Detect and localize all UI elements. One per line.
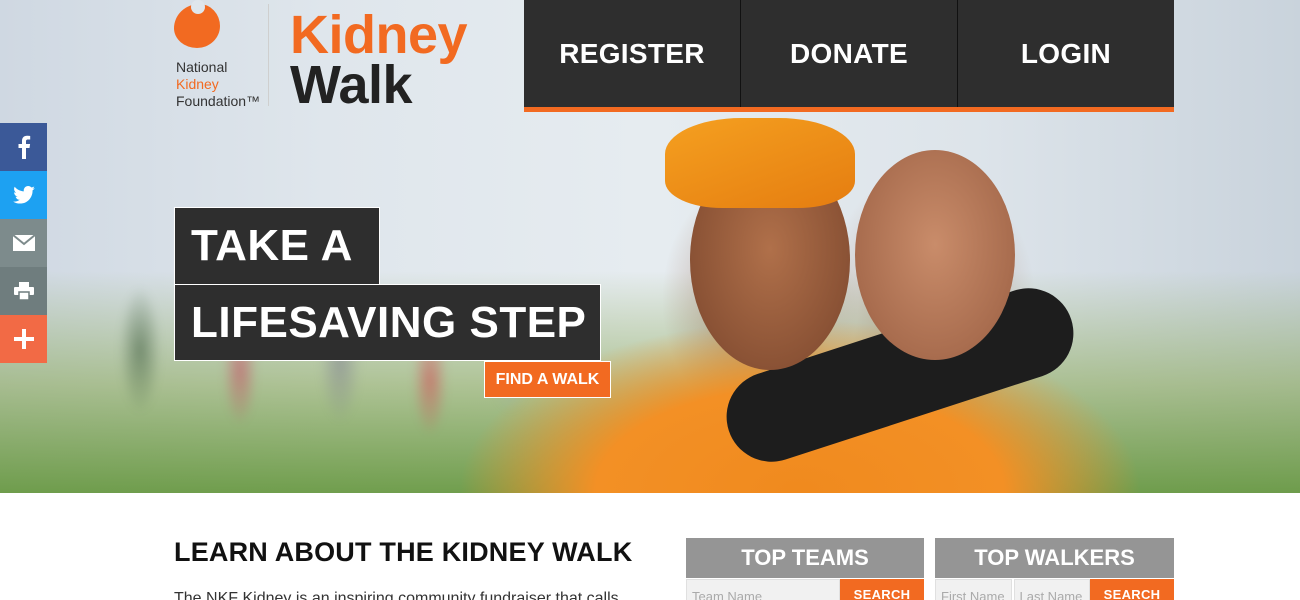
team-name-input[interactable]: Team Name [686, 579, 840, 600]
donate-link[interactable]: DONATE [741, 0, 958, 107]
nkf-wordmark: National Kidney Foundation™ [176, 59, 260, 110]
nkf-line-national: National [176, 59, 228, 75]
more-share-button[interactable] [0, 315, 47, 363]
top-teams-panel: TOP TEAMS Team Name SEARCH [686, 538, 924, 600]
facebook-share-button[interactable] [0, 123, 47, 171]
last-name-input[interactable]: Last Name [1013, 579, 1090, 600]
nkf-line-foundation: Foundation™ [176, 93, 261, 109]
logo-walk-text: Walk [290, 55, 413, 115]
top-teams-search-row: Team Name SEARCH [686, 579, 924, 600]
top-walkers-search-row: First Name Last Name SEARCH [935, 579, 1174, 600]
kidney-walk-logo[interactable]: Kidney Walk [290, 5, 468, 115]
hero-headline-line2: LIFESAVING STEP [174, 284, 602, 361]
walker-search-button[interactable]: SEARCH [1090, 579, 1174, 600]
plus-icon [13, 329, 34, 349]
login-link[interactable]: LOGIN [958, 0, 1174, 107]
nkf-line-kidney: Kidney [176, 76, 219, 92]
logo-kidney-text: Kidney [290, 5, 468, 65]
learn-section-body: The NKF Kidney is an inspiring community… [174, 590, 619, 600]
top-teams-title: TOP TEAMS [686, 538, 924, 578]
first-name-input[interactable]: First Name [935, 579, 1012, 600]
find-a-walk-button[interactable]: FIND A WALK [484, 361, 611, 398]
register-link[interactable]: REGISTER [524, 0, 741, 107]
learn-section-title: LEARN ABOUT THE KIDNEY WALK [174, 537, 633, 567]
logo-divider [268, 4, 269, 106]
top-walkers-title: TOP WALKERS [935, 538, 1174, 578]
twitter-share-button[interactable] [0, 171, 47, 219]
twitter-icon [12, 186, 35, 204]
team-search-button[interactable]: SEARCH [840, 579, 924, 600]
kidney-bean-icon [174, 0, 220, 48]
hero-bandana [665, 118, 855, 208]
facebook-icon [18, 135, 30, 159]
email-icon [12, 235, 35, 251]
hero-headline-line1: TAKE A [174, 207, 380, 285]
email-share-button[interactable] [0, 219, 47, 267]
print-share-button[interactable] [0, 267, 47, 315]
social-share-bar [0, 123, 47, 363]
nkf-logo[interactable]: National Kidney Foundation™ [174, 0, 264, 114]
top-nav: REGISTER DONATE LOGIN [524, 0, 1174, 112]
hero-person-right [855, 150, 1015, 360]
top-walkers-panel: TOP WALKERS First Name Last Name SEARCH [935, 538, 1174, 600]
print-icon [13, 282, 34, 300]
